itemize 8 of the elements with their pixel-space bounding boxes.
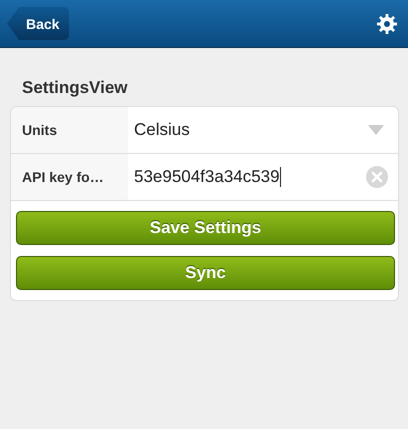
field-label: Units [11, 107, 128, 153]
api-key-field[interactable]: 53e9504f3a34c539 [128, 154, 398, 200]
settings-icon[interactable] [376, 12, 398, 34]
caret-icon [368, 125, 384, 135]
field-label: API key fo… [11, 154, 128, 200]
back-button[interactable]: Back [7, 7, 70, 40]
page-title: SettingsView [22, 78, 128, 99]
units-dropdown[interactable]: Celsius [128, 107, 398, 153]
